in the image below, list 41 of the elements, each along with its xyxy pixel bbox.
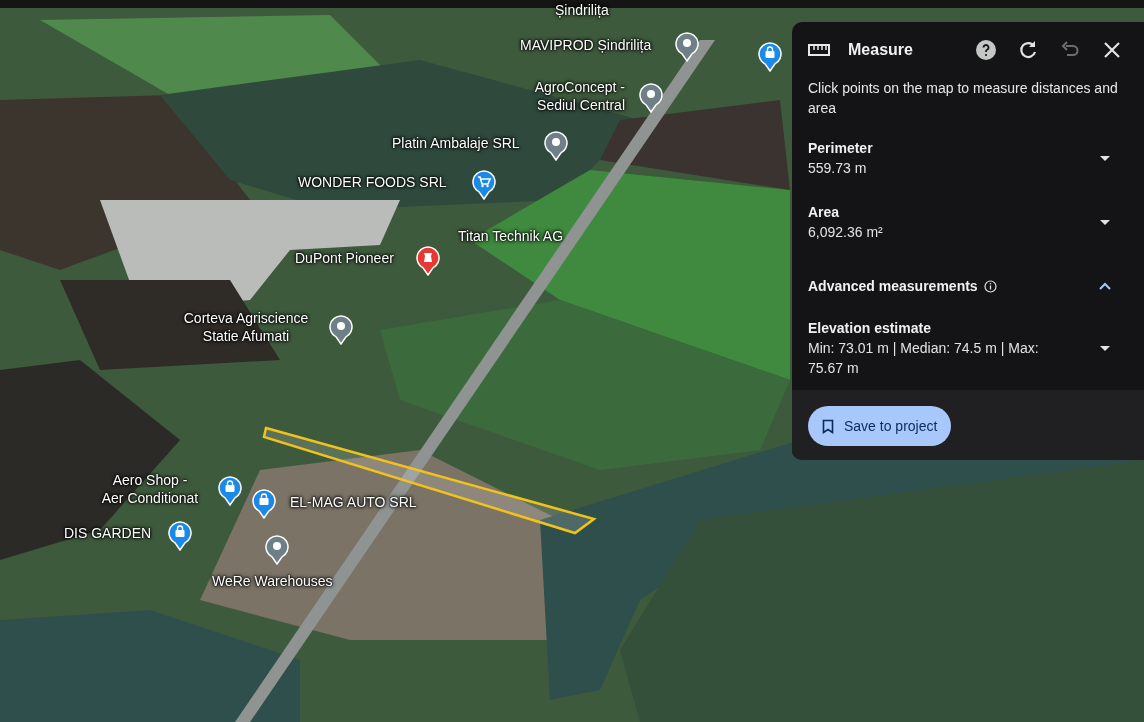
place-label[interactable]: Corteva Agriscience Statie Afumati [183, 309, 309, 345]
advanced-measurements-heading[interactable]: Advanced measurements [808, 275, 978, 297]
place-label[interactable]: WONDER FOODS SRL [298, 173, 447, 191]
map-pin-icon[interactable] [675, 32, 699, 62]
measurement-value: 559.73 m [808, 159, 868, 178]
bookmark-icon [822, 418, 834, 434]
map-pin-icon[interactable] [329, 315, 353, 345]
place-label[interactable]: Titan Technik AG [458, 227, 564, 245]
shopping-bag-pin-icon[interactable] [758, 42, 782, 72]
shopping-bag-pin-icon[interactable] [218, 476, 242, 506]
measurement-label: Perimeter [808, 139, 874, 158]
map-pin-icon[interactable] [265, 535, 289, 565]
expand-caret-icon[interactable] [1098, 153, 1112, 163]
map-pin-icon[interactable] [544, 131, 568, 161]
help-icon[interactable] [974, 38, 998, 62]
ruler-icon [808, 43, 830, 57]
place-label[interactable]: Platin Ambalaje SRL [392, 134, 520, 152]
expand-caret-icon[interactable] [1098, 217, 1112, 227]
measurement-value: Min: 73.01 m | Median: 74.5 m | Max: 75.67 m [808, 339, 1040, 378]
place-label[interactable]: AgroConcept - Sediul Central [534, 78, 625, 114]
landmark-pin-icon[interactable] [416, 246, 440, 276]
place-label[interactable]: Aero Shop - Aer Conditionat [101, 471, 199, 507]
place-label[interactable]: WeRe Warehouses [212, 572, 333, 590]
expand-caret-icon[interactable] [1098, 343, 1112, 353]
shopping-cart-pin-icon[interactable] [472, 170, 496, 200]
place-label[interactable]: MAVIPROD Șindrilița [520, 36, 652, 54]
measurement-label: Area [808, 203, 841, 222]
info-icon[interactable] [983, 279, 997, 293]
map-pin-icon[interactable] [639, 83, 663, 113]
panel-title: Measure [848, 40, 913, 60]
place-label[interactable]: DuPont Pioneer [295, 249, 394, 267]
place-label[interactable]: EL-MAG AUTO SRL [290, 493, 417, 511]
shopping-bag-pin-icon[interactable] [252, 489, 276, 519]
instruction-text: Click points on the map to measure distances and area [807, 79, 1119, 118]
place-label[interactable]: Șindrilița [555, 1, 609, 19]
collapse-caret-icon[interactable] [1098, 281, 1112, 291]
measurement-label: Elevation estimate [808, 319, 932, 338]
place-label[interactable]: DIS GARDEN [64, 524, 152, 542]
save-to-project-button[interactable]: Save to project [808, 406, 952, 446]
shopping-bag-pin-icon[interactable] [168, 521, 192, 551]
measurement-value: 6,092.36 m² [808, 223, 884, 242]
